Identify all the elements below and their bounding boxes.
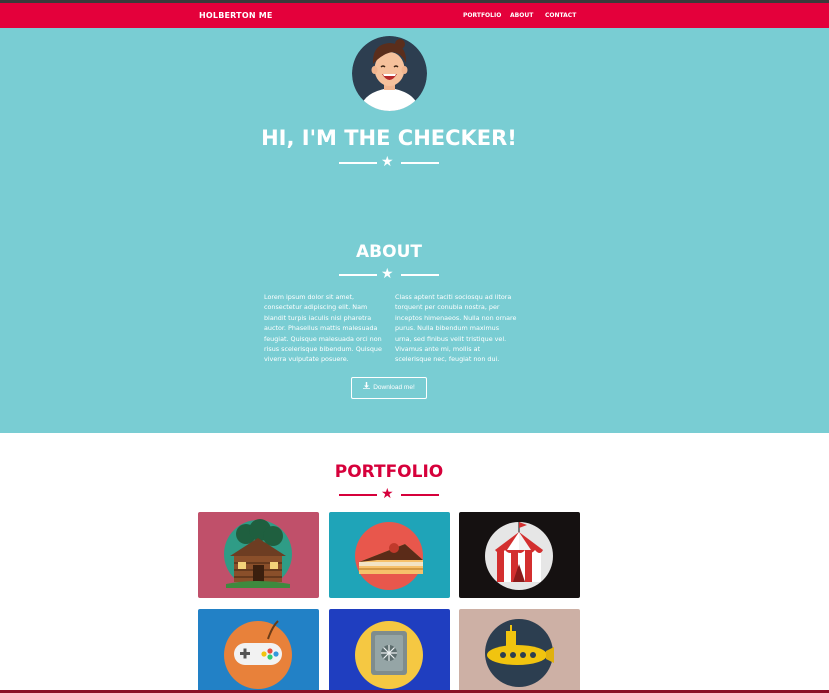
divider-line — [401, 494, 439, 496]
portfolio-item-controller[interactable] — [198, 609, 319, 693]
cabin-icon — [224, 519, 292, 588]
navbar: HOLBERTON ME PORTFOLIO ABOUT CONTACT — [0, 3, 829, 28]
divider-line — [339, 162, 377, 164]
portfolio-item-cabin[interactable] — [198, 512, 319, 598]
portfolio-item-cake[interactable] — [329, 512, 450, 598]
star-icon: ★ — [381, 154, 394, 170]
game-controller-icon — [224, 620, 292, 689]
portfolio-item-circus[interactable] — [459, 512, 580, 598]
star-icon: ★ — [381, 486, 394, 502]
download-button[interactable]: Download me! — [351, 377, 427, 399]
nav-link-portfolio[interactable]: PORTFOLIO — [463, 12, 501, 19]
submarine-icon — [485, 619, 554, 687]
about-text-left: Lorem ipsum dolor sit amet, consectetur … — [264, 293, 382, 364]
portfolio-item-safe[interactable] — [329, 609, 450, 693]
about-divider: ★ — [339, 266, 439, 282]
divider-line — [401, 162, 439, 164]
download-label: Download me! — [373, 384, 415, 391]
portfolio-divider: ★ — [339, 486, 439, 502]
star-icon: ★ — [381, 266, 394, 282]
portfolio-item-submarine[interactable] — [459, 609, 580, 693]
hero-title: HI, I'M THE CHECKER! — [261, 126, 517, 150]
nav-link-about[interactable]: ABOUT — [510, 12, 533, 19]
nav-link-contact[interactable]: CONTACT — [545, 12, 576, 19]
download-icon — [363, 378, 371, 398]
hero-divider: ★ — [339, 154, 439, 170]
about-title: ABOUT — [356, 242, 422, 262]
portfolio-title: PORTFOLIO — [334, 462, 444, 482]
divider-line — [401, 274, 439, 276]
about-text-right: Class aptent taciti sociosqu ad litora t… — [395, 293, 517, 364]
avatar — [352, 36, 427, 111]
cake-icon — [355, 522, 423, 590]
circus-tent-icon — [485, 522, 553, 590]
divider-line — [339, 274, 377, 276]
safe-icon — [355, 621, 423, 689]
brand-link[interactable]: HOLBERTON ME — [199, 11, 273, 20]
divider-line — [339, 494, 377, 496]
